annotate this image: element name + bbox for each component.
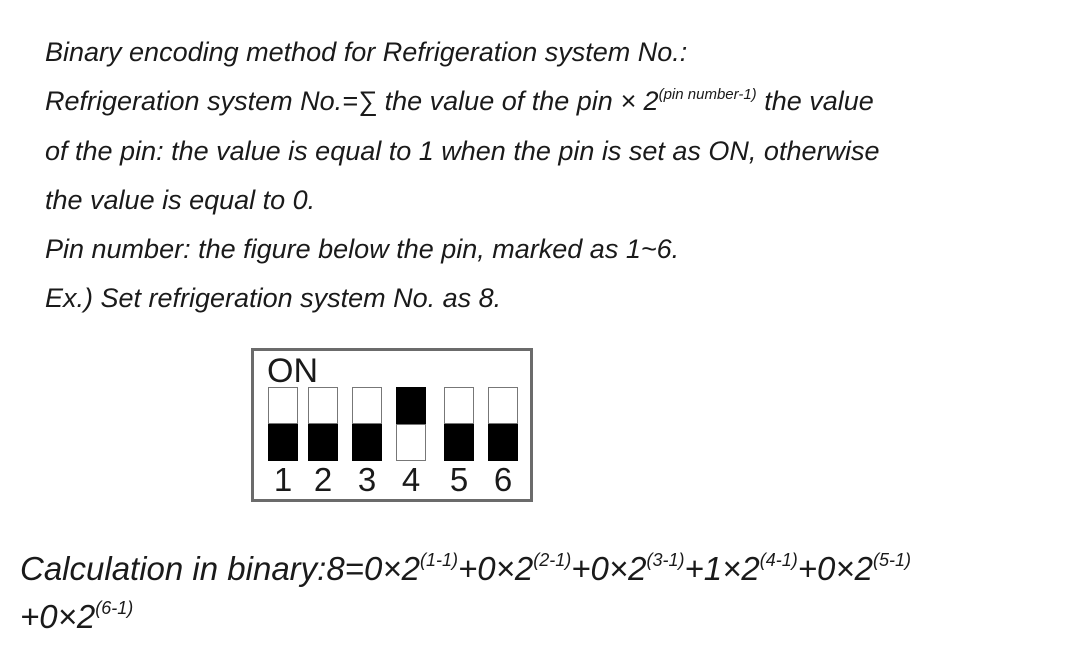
term-3-coef: +0×2 [571,550,647,587]
pin-value-line: of the pin: the value is equal to 1 when… [45,135,880,166]
pin-5-upper [444,387,474,424]
pin-1-lower [268,424,298,461]
description-text: Binary encoding method for Refrigeration… [45,28,1045,324]
term-6-coef: +0×2 [20,598,96,635]
heading-line: Binary encoding method for Refrigeration… [45,37,688,67]
formula-text: Refrigeration system No.=∑ the value of … [45,86,659,117]
dip-switch: ON 123456 [251,348,533,502]
pin-6-lower [488,424,518,461]
pin-1-label: 1 [273,461,293,498]
calculation-prefix: Calculation in binary:8= [20,550,364,587]
example-line: Ex.) Set refrigeration system No. as 8. [45,283,502,314]
pin-6-switch [488,387,518,461]
term-2-coef: +0×2 [457,550,534,587]
pin-2-lower [308,424,338,461]
pin-2-label: 2 [313,461,333,498]
pin-6-label: 6 [493,461,513,498]
calculation: Calculation in binary:8=0×2(1-1)+0×2(2-1… [20,545,1060,641]
pin-3-label: 3 [357,461,377,498]
pin-4-label: 4 [401,461,421,498]
term-4-coef: +1×2 [684,550,760,587]
pin-value-line-2: the value is equal to 0. [45,184,316,215]
pin-6-upper [488,387,518,424]
term-1-coef: 0×2 [363,550,420,587]
pin-number-line: Pin number: the figure below the pin, ma… [45,234,680,265]
pin-2-upper [308,387,338,424]
pin-5-lower [444,424,474,461]
pin-1-upper [268,387,298,424]
term-3-exp: (3-1) [646,550,685,570]
pin-5-label: 5 [449,461,469,498]
term-1-exp: (1-1) [419,550,458,570]
pin-3-upper [352,387,382,424]
formula-exponent: (pin number-1) [658,86,757,104]
term-5-coef: +0×2 [797,550,874,587]
pin-4-switch [396,387,426,461]
formula-continuation: the value [756,86,874,117]
term-5-exp: (5-1) [873,550,912,570]
formula-line: Refrigeration system No.=∑ the value of … [45,77,1045,126]
pin-3-switch [352,387,382,461]
pin-2-switch [308,387,338,461]
term-6-exp: (6-1) [95,598,134,618]
term-2-exp: (2-1) [533,550,572,570]
on-label: ON [267,352,318,390]
pin-4-upper [396,387,426,424]
calculation-line-1: Calculation in binary:8=0×2(1-1)+0×2(2-1… [20,545,1060,593]
term-4-exp: (4-1) [759,550,798,570]
pin-3-lower [352,424,382,461]
pin-4-lower [396,424,426,461]
pin-5-switch [444,387,474,461]
calculation-line-2: +0×2(6-1) [20,593,1060,641]
pin-1-switch [268,387,298,461]
